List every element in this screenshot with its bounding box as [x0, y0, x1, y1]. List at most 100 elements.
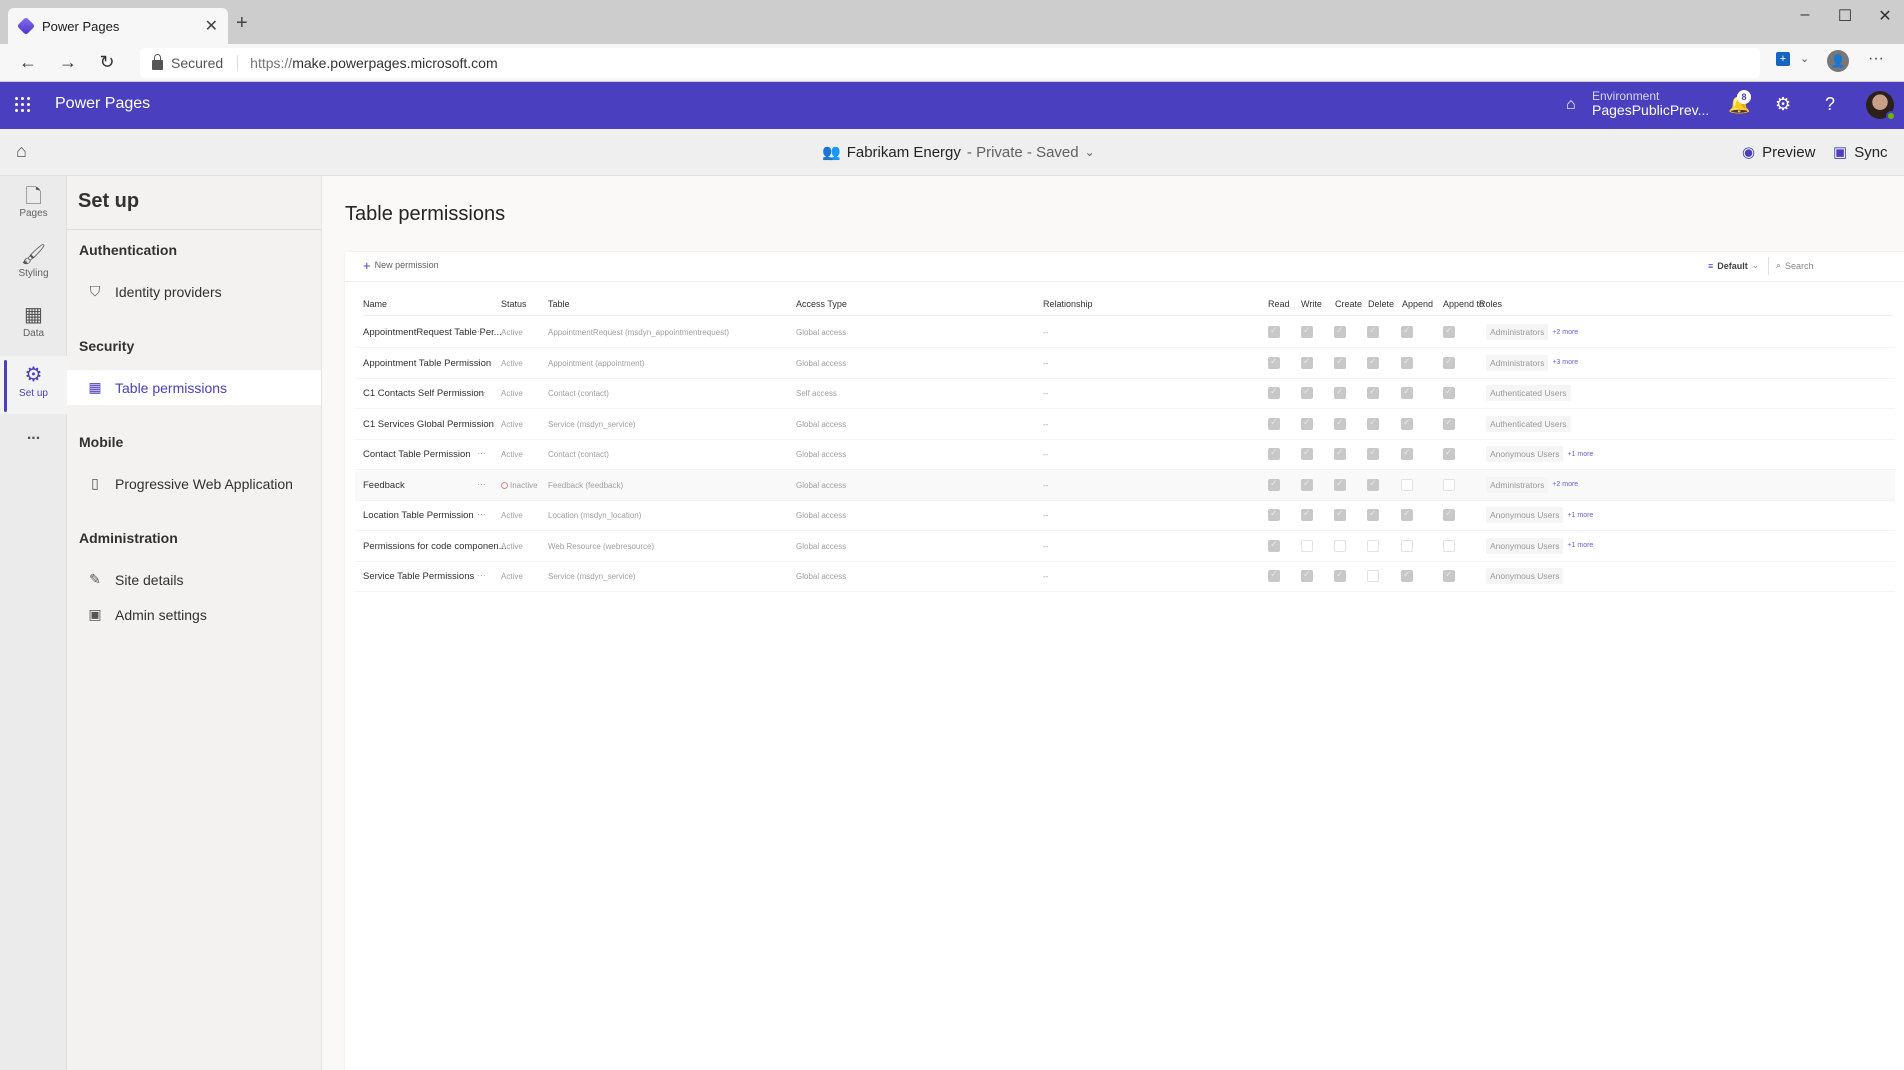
browser-profile-icon[interactable]: 👤: [1827, 50, 1849, 72]
checkbox-append-to[interactable]: [1443, 386, 1455, 399]
checkbox-create[interactable]: [1334, 356, 1346, 369]
checkbox-delete[interactable]: [1367, 386, 1379, 399]
row-more-options-icon[interactable]: ···: [477, 509, 486, 519]
checkbox-create[interactable]: [1334, 447, 1346, 460]
checkbox-delete[interactable]: [1367, 570, 1379, 582]
environment-picker[interactable]: Environment PagesPublicPrev...: [1592, 89, 1709, 119]
checkbox-delete[interactable]: [1367, 508, 1379, 521]
checkbox-append-to[interactable]: [1443, 447, 1455, 460]
checkbox-append-to[interactable]: [1443, 569, 1455, 582]
checkbox-write[interactable]: [1301, 325, 1313, 338]
browser-tab[interactable]: Power Pages ✕: [8, 8, 228, 44]
new-permission-button[interactable]: + New permission: [363, 259, 439, 272]
checkbox-create[interactable]: [1334, 478, 1346, 491]
column-header-table[interactable]: Table: [548, 299, 570, 309]
column-header-roles[interactable]: Roles: [1479, 299, 1502, 309]
table-row[interactable]: Location Table Permission ··· Active Locati…: [355, 501, 1895, 531]
checkbox-append[interactable]: [1401, 325, 1413, 338]
checkbox-append-to[interactable]: [1443, 539, 1455, 552]
search-input[interactable]: ⌕ Search: [1776, 260, 1814, 271]
more-roles-link[interactable]: +3 more: [1552, 359, 1578, 366]
column-header-read[interactable]: Read: [1268, 299, 1290, 309]
more-roles-link[interactable]: +2 more: [1552, 329, 1578, 336]
checkbox-delete[interactable]: [1367, 478, 1379, 491]
checkbox-read[interactable]: [1268, 508, 1280, 521]
more-roles-link[interactable]: +1 more: [1567, 512, 1593, 519]
table-row[interactable]: Appointment Table Permission ··· Active App…: [355, 349, 1895, 379]
url-field[interactable]: Secured https://make.powerpages.microsof…: [140, 48, 1760, 78]
rail-more-button[interactable]: ...: [0, 426, 67, 456]
row-more-options-icon[interactable]: ···: [477, 570, 486, 580]
more-roles-link[interactable]: +1 more: [1567, 542, 1593, 549]
checkbox-create[interactable]: [1334, 417, 1346, 430]
column-header-delete[interactable]: Delete: [1368, 299, 1394, 309]
checkbox-delete[interactable]: [1367, 356, 1379, 369]
column-header-name[interactable]: Name: [363, 299, 387, 309]
rail-item-pages[interactable]: 🗋 Pages: [0, 176, 67, 234]
nav-item-identity-providers[interactable]: ⛉ Identity providers: [67, 274, 321, 309]
checkbox-write[interactable]: [1301, 386, 1313, 399]
checkbox-append-to[interactable]: [1443, 325, 1455, 338]
browser-menu-icon[interactable]: ···: [1868, 50, 1884, 68]
table-row[interactable]: AppointmentRequest Table Per... ··· Active…: [355, 318, 1895, 348]
row-more-options-icon[interactable]: ···: [477, 418, 486, 428]
minimize-icon[interactable]: –: [1790, 6, 1820, 24]
checkbox-read[interactable]: [1268, 417, 1280, 430]
checkbox-read[interactable]: [1268, 478, 1280, 491]
column-header-access-type[interactable]: Access Type: [796, 299, 847, 309]
row-more-options-icon[interactable]: ···: [477, 357, 486, 367]
permission-name[interactable]: Contact Table Permission: [363, 449, 471, 460]
checkbox-append[interactable]: [1401, 417, 1413, 430]
permission-name[interactable]: Location Table Permission: [363, 510, 474, 521]
checkbox-append[interactable]: [1401, 478, 1413, 491]
home-icon[interactable]: ⌂: [16, 141, 27, 162]
checkbox-append[interactable]: [1401, 447, 1413, 460]
checkbox-append[interactable]: [1401, 569, 1413, 582]
column-header-relationship[interactable]: Relationship: [1043, 299, 1093, 309]
checkbox-write[interactable]: [1301, 539, 1313, 552]
checkbox-read[interactable]: [1268, 386, 1280, 399]
table-row[interactable]: Service Table Permissions ··· Active Servic…: [355, 562, 1895, 592]
permission-name[interactable]: Appointment Table Permission: [363, 358, 491, 369]
row-more-options-icon[interactable]: ···: [477, 540, 486, 550]
checkbox-read[interactable]: [1268, 447, 1280, 460]
checkbox-create[interactable]: [1334, 539, 1346, 552]
checkbox-create[interactable]: [1334, 325, 1346, 338]
checkbox-create[interactable]: [1334, 569, 1346, 582]
refresh-icon[interactable]: ↻: [95, 52, 119, 73]
nav-item-table-permissions[interactable]: ▦ Table permissions: [67, 370, 321, 405]
row-more-options-icon[interactable]: ···: [477, 387, 486, 397]
column-header-append-to[interactable]: Append to: [1443, 299, 1484, 309]
checkbox-append-to[interactable]: [1443, 478, 1455, 491]
maximize-icon[interactable]: ☐: [1830, 6, 1860, 26]
permission-name[interactable]: C1 Services Global Permission: [363, 419, 494, 430]
nav-item-pwa[interactable]: ▯ Progressive Web Application: [67, 466, 321, 501]
close-tab-icon[interactable]: ✕: [205, 16, 218, 36]
checkbox-write[interactable]: [1301, 417, 1313, 430]
checkbox-append[interactable]: [1401, 386, 1413, 399]
checkbox-delete[interactable]: [1367, 417, 1379, 430]
checkbox-delete[interactable]: [1367, 325, 1379, 338]
checkbox-read[interactable]: [1268, 539, 1280, 552]
permission-name[interactable]: Feedback: [363, 480, 405, 491]
back-icon[interactable]: ←: [16, 52, 40, 73]
column-header-append[interactable]: Append: [1402, 299, 1433, 309]
checkbox-append-to[interactable]: [1443, 356, 1455, 369]
nav-item-admin-settings[interactable]: ▣ Admin settings: [67, 597, 321, 632]
checkbox-append[interactable]: [1401, 356, 1413, 369]
checkbox-write[interactable]: [1301, 356, 1313, 369]
row-more-options-icon[interactable]: ···: [477, 326, 486, 336]
extension-dropdown-icon[interactable]: ⌄: [1800, 52, 1809, 65]
site-selector[interactable]: 👥 Fabrikam Energy - Private - Saved ⌄: [822, 143, 1095, 162]
new-tab-icon[interactable]: +: [236, 12, 248, 35]
rail-item-styling[interactable]: 🖌 Styling: [0, 236, 67, 294]
checkbox-write[interactable]: [1301, 569, 1313, 582]
close-window-icon[interactable]: ✕: [1870, 6, 1900, 26]
checkbox-append[interactable]: [1401, 508, 1413, 521]
checkbox-create[interactable]: [1334, 386, 1346, 399]
app-launcher-icon[interactable]: [15, 97, 31, 113]
sync-button[interactable]: ▣ Sync: [1833, 143, 1888, 162]
permission-name[interactable]: Service Table Permissions: [363, 571, 474, 582]
more-roles-link[interactable]: +1 more: [1567, 451, 1593, 458]
rail-item-data[interactable]: ▦ Data: [0, 296, 67, 354]
